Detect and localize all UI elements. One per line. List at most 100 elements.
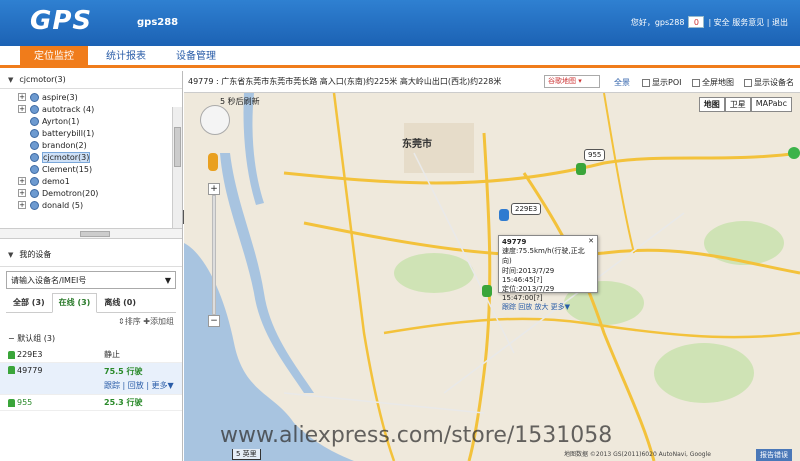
user-icon [30,140,39,150]
address-text: 49779 : 广东省东莞市东莞市莞长路 高入口(东南)约225米 高大岭山出口… [188,77,502,86]
tree-item[interactable]: + Demotron(20) [18,187,182,199]
expand-icon[interactable]: + [18,201,26,209]
pan-control[interactable] [200,105,230,135]
device-actions[interactable]: 跟踪 | 回放 | 更多▼ [104,380,174,391]
vehicle-info-popup: ✕ 49779 速度:75.5km/h(行驶,正北向) 时间:2013/7/29… [498,235,598,311]
address-bar: 49779 : 广东省东莞市东莞市莞长路 高入口(东南)约225米 高大岭山出口… [184,71,800,93]
collapse-triangle-icon[interactable]: ▼ [8,76,13,84]
app-header: GPS gps288 您好，gps288 0 | 安全 服务意见 | 退出 [0,0,800,46]
tree-hscrollbar[interactable] [0,229,182,239]
add-icon: ✚ [143,317,150,326]
show-device-name-checkbox[interactable]: 显示设备名 [744,77,794,88]
top-right-bar: 您好，gps288 0 | 安全 服务意见 | 退出 [631,16,788,28]
green-control-icon[interactable] [788,147,800,159]
chevron-down-icon: ▼ [164,275,171,285]
user-icon [30,116,39,126]
account-tree: + aspire(3) + autotrack (4) Ayrton(1) batt… [0,89,182,229]
tab-device-management[interactable]: 设备管理 [162,46,230,68]
tree-scrollbar[interactable] [172,107,182,228]
device-search-select[interactable]: 请输入设备名/IMEI号 ▼ [6,271,176,289]
vehicle-marker-229E3[interactable] [499,209,509,221]
tree-item[interactable]: + autotrack (4) [18,103,182,115]
tree-item[interactable]: Ayrton(1) [18,115,182,127]
map-panel: 49779 : 广东省东莞市东莞市莞长路 高入口(东南)约225米 高大岭山出口… [184,71,800,461]
user-icon [30,104,39,114]
tree-item[interactable]: Clement(15) [18,163,182,175]
my-devices-header[interactable]: ▼ 我的设备 [0,243,182,267]
group-row[interactable]: − 默认组 (3) [0,330,182,347]
vehicle-label-955: 955 [584,149,606,161]
street-view-pegman-icon[interactable] [208,153,218,171]
greeting-text: 您好，gps288 [630,17,685,27]
tree-item-selected[interactable]: cjcmotor(3) [18,151,182,163]
tree-item[interactable]: batterybill(1) [18,127,182,139]
filter-tab-all[interactable]: 全部 (3) [6,293,52,312]
refresh-countdown: 5 秒后刷新 [220,97,260,106]
tree-root-label: cjcmotor(3) [19,75,66,84]
map-scale: 5 英里 [232,449,261,460]
map-canvas[interactable]: 5 秒后刷新 地图 卫星 MAPabc + − 东莞市 955 229E3 ✕ … [184,93,800,461]
panorama-link[interactable]: 全景 [614,77,630,88]
collapse-triangle-icon[interactable]: ▼ [8,251,13,259]
report-error-button[interactable]: 报告错误 [756,449,792,461]
add-group-link[interactable]: 添加组 [150,317,174,326]
hscroll-thumb[interactable] [80,231,110,237]
map-type-switch: 地图 卫星 MAPabc [698,97,792,112]
user-icon [30,92,39,102]
vehicle-icon [8,398,15,407]
tab-monitoring[interactable]: 定位监控 [20,46,88,68]
device-row[interactable]: 955 25.3 行驶 [0,395,182,411]
map-type-mapabc[interactable]: MAPabc [750,97,792,112]
header-links[interactable]: | 安全 服务意见 | 退出 [708,17,788,28]
tree-item[interactable]: + donald (5) [18,199,182,211]
zoom-out-button[interactable]: − [208,315,220,327]
vehicle-label-229E3: 229E3 [511,203,542,215]
map-copyright: 地图数据 ©2013 GS(2011)6020 AutoNavi, Google [564,451,711,458]
sort-icon: ⇕ [118,317,125,326]
expand-icon[interactable]: + [18,189,26,197]
map-type-satellite[interactable]: 卫星 [724,97,751,112]
tree-item[interactable]: + demo1 [18,175,182,187]
user-icon [30,164,39,174]
expand-icon[interactable]: + [18,177,26,185]
tree-item[interactable]: + aspire(3) [18,91,182,103]
scroll-thumb[interactable] [174,127,181,167]
watermark-text: www.aliexpress.com/store/1531058 [220,423,613,448]
filter-tab-offline[interactable]: 离线 (0) [97,293,143,312]
vehicle-marker-955[interactable] [576,163,586,175]
city-label: 东莞市 [402,139,432,150]
map-provider-select[interactable]: 谷歌地图 ▾ [544,75,600,88]
user-icon [30,200,39,210]
user-icon [30,152,39,162]
expand-icon[interactable]: + [18,105,26,113]
expand-icon[interactable]: + [18,93,26,101]
sort-row: ⇕排序 ✚添加组 [0,313,182,330]
user-icon [30,188,39,198]
gps-logo: GPS [30,6,93,36]
map-type-map[interactable]: 地图 [698,97,725,112]
vehicle-icon [8,366,15,374]
device-row-selected[interactable]: 49779 75.5 行驶 跟踪 | 回放 | 更多▼ [0,363,182,395]
minus-icon: − [8,334,15,343]
message-count-badge[interactable]: 0 [688,16,705,28]
zoom-control: + − [208,183,220,331]
zoom-in-button[interactable]: + [208,183,220,195]
tree-root[interactable]: ▼ cjcmotor(3) [0,71,182,89]
device-row[interactable]: 229E3 静止 [0,347,182,363]
sort-link[interactable]: 排序 [125,317,141,326]
zoom-slider[interactable] [212,195,216,315]
vehicle-marker-49779[interactable] [482,285,492,297]
account-name: gps288 [137,17,179,28]
sidebar: ▼ cjcmotor(3) + aspire(3) + autotrack (4) … [0,71,183,461]
show-poi-checkbox[interactable]: 显示POI [642,77,681,88]
filter-tab-online[interactable]: 在线 (3) [51,293,98,313]
user-icon [30,176,39,186]
user-icon [30,128,39,138]
map-graphic [184,93,800,461]
main-tabbar: 定位监控 统计报表 设备管理 [0,46,800,68]
tab-reports[interactable]: 统计报表 [92,46,160,68]
tree-item[interactable]: brandon(2) [18,139,182,151]
fullscreen-checkbox[interactable]: 全屏地图 [692,77,734,88]
close-icon[interactable]: ✕ [588,237,594,245]
popup-actions[interactable]: 跟踪 回放 放大 更多▼ [502,302,594,312]
